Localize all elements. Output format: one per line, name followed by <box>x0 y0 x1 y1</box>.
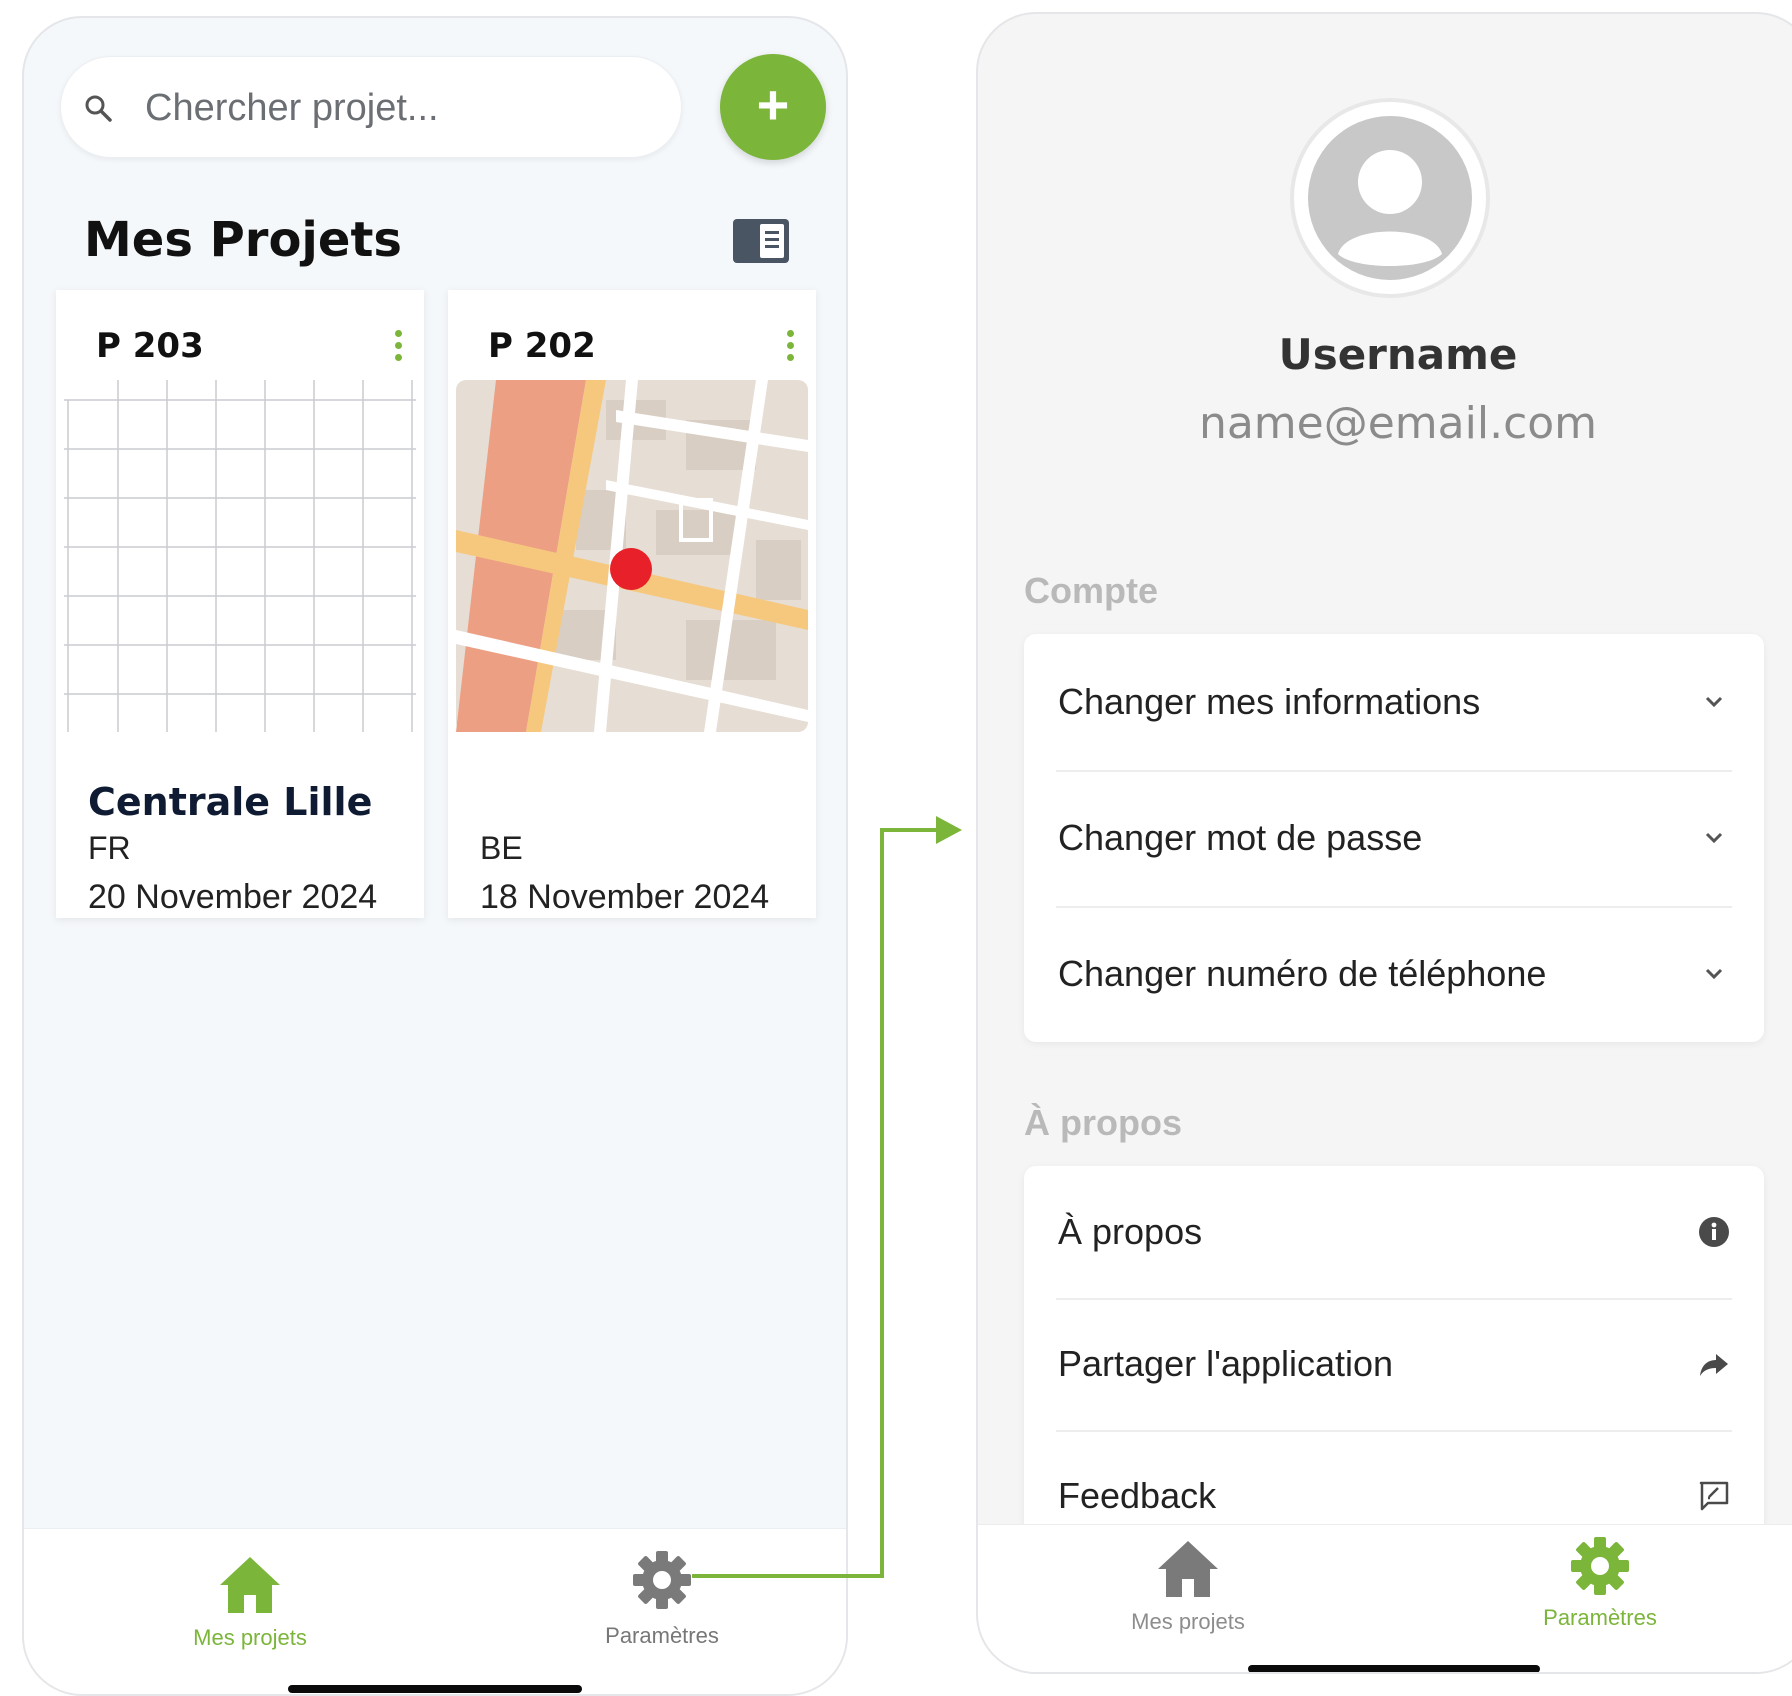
gear-icon <box>633 1551 691 1609</box>
nav-label-home: Mes projets <box>193 1625 307 1650</box>
empty-grid-thumbnail <box>64 380 416 732</box>
nav-tab-settings[interactable]: Paramètres <box>562 1549 762 1649</box>
setting-row-change-password[interactable]: Changer mot de passe <box>1024 770 1764 906</box>
setting-label: Changer mot de passe <box>1058 817 1423 858</box>
avatar[interactable] <box>1290 98 1490 298</box>
project-date: 18 November 2024 <box>480 878 770 916</box>
list-view-toggle-icon[interactable] <box>732 218 790 264</box>
search-icon <box>85 95 112 122</box>
setting-row-change-info[interactable]: Changer mes informations <box>1024 634 1764 770</box>
username: Username <box>1278 330 1518 379</box>
user-avatar-icon <box>1308 116 1472 280</box>
about-settings-group: À propos Partager l'application Feedback <box>1024 1166 1764 1566</box>
nav-tab-home[interactable]: Mes projets <box>150 1555 350 1651</box>
nav-label-settings: Paramètres <box>1543 1605 1657 1630</box>
project-card[interactable]: P 202 BE 18 November 2024 <box>448 290 816 918</box>
setting-label: Changer numéro de téléphone <box>1058 953 1547 994</box>
feedback-icon <box>1699 1481 1729 1511</box>
plus-icon: + <box>756 73 790 136</box>
home-indicator <box>1248 1665 1540 1672</box>
bottom-navigation: Mes projets Paramètres <box>24 1528 846 1694</box>
chevron-down-icon <box>1705 832 1723 844</box>
setting-label: À propos <box>1058 1211 1203 1252</box>
setting-label: Feedback <box>1058 1475 1217 1516</box>
section-title-about: À propos <box>1024 1102 1182 1143</box>
chevron-down-icon <box>1705 696 1723 708</box>
setting-row-about[interactable]: À propos <box>1024 1166 1764 1298</box>
project-country: BE <box>480 830 523 866</box>
project-name: Centrale Lille <box>88 780 373 824</box>
project-country: FR <box>88 830 131 866</box>
home-icon <box>1158 1541 1218 1597</box>
location-marker <box>610 548 652 590</box>
home-indicator <box>288 1685 582 1693</box>
search-bar[interactable] <box>60 56 682 158</box>
more-options-icon[interactable] <box>392 330 404 370</box>
search-input[interactable] <box>143 77 647 139</box>
projects-screen: + Mes Projets P 203 <box>22 16 848 1696</box>
nav-label-home: Mes projets <box>1131 1609 1245 1634</box>
page-title: Mes Projets <box>84 212 402 268</box>
share-icon <box>1700 1354 1728 1376</box>
home-icon <box>220 1557 280 1613</box>
setting-label: Changer mes informations <box>1058 681 1481 722</box>
setting-row-change-phone[interactable]: Changer numéro de téléphone <box>1024 906 1764 1042</box>
project-card[interactable]: P 203 Centrale Lille FR 20 November 2024 <box>56 290 424 918</box>
settings-screen: Username name@email.com Compte Changer m… <box>976 12 1792 1674</box>
street-map-thumbnail <box>456 380 808 732</box>
project-code: P 202 <box>488 326 596 366</box>
setting-row-share[interactable]: Partager l'application <box>1024 1298 1764 1430</box>
bottom-navigation: Mes projets Paramètres <box>978 1524 1792 1672</box>
section-title-account: Compte <box>1024 570 1158 611</box>
user-email: name@email.com <box>1198 398 1598 449</box>
nav-tab-home[interactable]: Mes projets <box>1088 1539 1288 1635</box>
setting-label: Partager l'application <box>1058 1343 1394 1384</box>
account-settings-group: Changer mes informations Changer mot de … <box>1024 634 1764 1042</box>
nav-label-settings: Paramètres <box>605 1623 719 1648</box>
gear-icon <box>1571 1537 1629 1595</box>
info-icon <box>1699 1217 1729 1247</box>
nav-tab-settings[interactable]: Paramètres <box>1500 1535 1700 1631</box>
more-options-icon[interactable] <box>784 330 796 370</box>
chevron-down-icon <box>1705 968 1723 980</box>
project-date: 20 November 2024 <box>88 878 378 916</box>
add-project-button[interactable]: + <box>720 54 826 160</box>
project-code: P 203 <box>96 326 204 366</box>
